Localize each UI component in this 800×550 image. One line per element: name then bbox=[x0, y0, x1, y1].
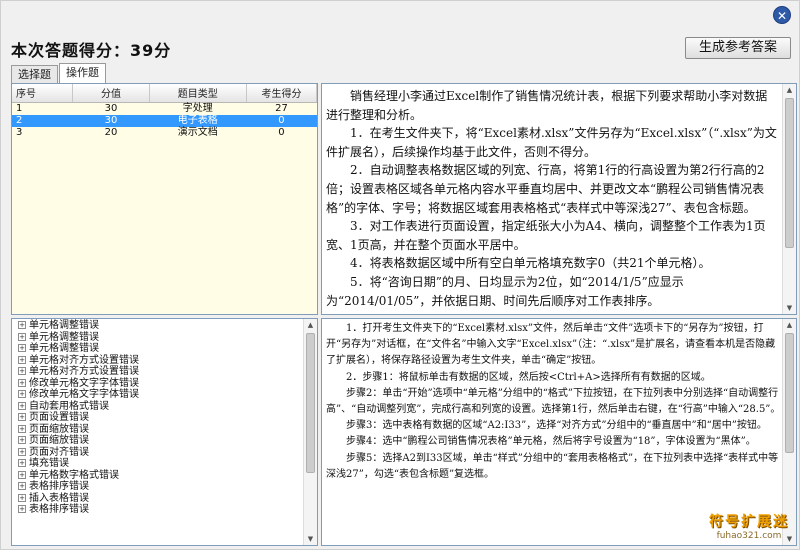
row-value: 20 bbox=[104, 126, 118, 138]
answer-paragraph: 2．步骤1：将鼠标单击有数据的区域，然后按<Ctrl+A>选择所有有数据的区域。 bbox=[346, 371, 711, 383]
answer-text: 1．打开考生文件夹下的“Excel素材.xlsx”文件，然后单击“文件”选项卡下… bbox=[326, 321, 782, 483]
error-tree-panel[interactable]: + 单元格调整错误 + 单元格调整错误 + 单元格调整错误 + 单元格对齐方式设置错误 … bbox=[11, 318, 318, 546]
question-paragraph: 2．自动调整表格数据区域的列宽、行高，将第1行的行高设置为第2行行高的2倍；设置… bbox=[326, 163, 765, 215]
scroll-up-icon[interactable]: ▲ bbox=[783, 84, 796, 96]
scroll-thumb[interactable] bbox=[785, 98, 794, 248]
expand-icon[interactable]: + bbox=[18, 332, 26, 341]
row-no: 3 bbox=[16, 126, 23, 138]
scroll-thumb[interactable] bbox=[785, 333, 794, 453]
question-paragraph: 3．对工作表进行页面设置，指定纸张大小为A4、横向，调整整个工作表为1页宽、1页… bbox=[326, 219, 766, 252]
scroll-thumb[interactable] bbox=[306, 333, 315, 473]
answer-paragraph: 步骤2：单击“开始”选项中“单元格”分组中的“格式”下拉按钮，在下拉列表中分别选… bbox=[326, 387, 781, 416]
expand-icon[interactable]: + bbox=[18, 367, 26, 375]
tree-item[interactable]: + 自动套用格式错误 bbox=[12, 401, 317, 413]
scroll-down-icon[interactable]: ▼ bbox=[783, 302, 796, 314]
answer-paragraph: 步骤5：选择A2到I33区域，单击“样式”分组中的“套用表格格式”，在下拉列表中… bbox=[326, 452, 779, 480]
tree-item[interactable]: + 单元格数字格式错误 bbox=[12, 470, 317, 482]
scroll-up-icon[interactable]: ▲ bbox=[783, 319, 796, 331]
expand-icon[interactable]: + bbox=[18, 321, 26, 329]
close-icon[interactable]: ✕ bbox=[773, 6, 791, 24]
tab-operation[interactable]: 操作题 bbox=[59, 63, 106, 83]
score-table: 序号 分值 题目类型 考生得分 1 30 字处理 27 2 30 电子表格 0 bbox=[12, 84, 317, 139]
expand-icon[interactable]: + bbox=[18, 470, 26, 479]
table-row[interactable]: 1 30 字处理 27 bbox=[12, 102, 317, 115]
table-row-selected[interactable]: 2 30 电子表格 0 bbox=[12, 114, 317, 127]
score-title: 本次答题得分：39分 bbox=[11, 41, 172, 60]
question-paragraph: 5．将“咨询日期”的月、日均显示为2位，如“2014/1/5”应显示为“2014… bbox=[326, 274, 684, 308]
tree-item[interactable]: + 修改单元格文字字体错误 bbox=[12, 378, 317, 390]
expand-icon[interactable]: + bbox=[18, 436, 26, 444]
tree-item[interactable]: + 插入表格错误 bbox=[12, 493, 317, 505]
answer-paragraph: 1．打开考生文件夹下的“Excel素材.xlsx”文件，然后单击“文件”选项卡下… bbox=[326, 323, 776, 367]
generate-answer-button[interactable]: 生成参考答案 bbox=[685, 37, 791, 59]
score-table-panel: 序号 分值 题目类型 考生得分 1 30 字处理 27 2 30 电子表格 0 bbox=[11, 83, 318, 315]
expand-icon[interactable]: + bbox=[18, 390, 26, 398]
expand-icon[interactable]: + bbox=[18, 344, 26, 352]
tab-bar: 选择题 操作题 bbox=[11, 63, 107, 83]
tree-item[interactable]: + 页面缩放错误 bbox=[12, 435, 317, 447]
answer-paragraph: 步骤3：选中表格有数据的区域“A2:I33”，选择“对齐方式”分组中的“垂直居中… bbox=[346, 420, 767, 432]
question-text: 销售经理小李通过Excel制作了销售情况统计表，根据下列要求帮助小李对数据进行整… bbox=[326, 87, 778, 310]
expand-icon[interactable]: + bbox=[18, 413, 26, 421]
question-paragraph: 1．在考生文件夹下，将“Excel素材.xlsx”文件另存为“Excel.xls… bbox=[326, 126, 777, 159]
tree-item[interactable]: + 单元格对齐方式设置错误 bbox=[12, 366, 317, 378]
expand-icon[interactable]: + bbox=[18, 459, 26, 467]
tree-item[interactable]: + 填充错误 bbox=[12, 458, 317, 470]
tree-item[interactable]: + 修改单元格文字字体错误 bbox=[12, 389, 317, 401]
answer-paragraph: 步骤4：选中“鹏程公司销售情况表格”单元格，然后将字号设置为“18”，字体设置为… bbox=[346, 436, 756, 448]
tree-item[interactable]: + 页面设置错误 bbox=[12, 412, 317, 424]
row-type: 演示文档 bbox=[177, 126, 218, 138]
row-score: 27 bbox=[275, 102, 288, 114]
error-tree: + 单元格调整错误 + 单元格调整错误 + 单元格调整错误 + 单元格对齐方式设置错误 … bbox=[12, 319, 317, 516]
expand-icon[interactable]: + bbox=[18, 447, 26, 456]
expand-icon[interactable]: + bbox=[18, 424, 26, 433]
expand-icon[interactable]: + bbox=[18, 482, 26, 490]
tree-item[interactable]: + 表格排序错误 bbox=[12, 481, 317, 493]
column-header-score[interactable]: 考生得分 bbox=[246, 84, 317, 103]
question-paragraph: 销售经理小李通过Excel制作了销售情况统计表，根据下列要求帮助小李对数据进行整… bbox=[326, 89, 768, 122]
expand-icon[interactable]: + bbox=[18, 378, 26, 387]
tree-item[interactable]: + 单元格调整错误 bbox=[12, 320, 317, 332]
watermark-url: fuhao321.com bbox=[716, 531, 782, 541]
question-panel[interactable]: 销售经理小李通过Excel制作了销售情况统计表，根据下列要求帮助小李对数据进行整… bbox=[321, 83, 797, 315]
row-no: 2 bbox=[12, 114, 73, 127]
row-value: 30 bbox=[104, 102, 118, 114]
scroll-up-icon[interactable]: ▲ bbox=[304, 319, 317, 331]
column-header-type[interactable]: 题目类型 bbox=[149, 84, 247, 103]
scroll-down-icon[interactable]: ▼ bbox=[304, 533, 317, 545]
tree-item[interactable]: + 单元格对齐方式设置错误 bbox=[12, 355, 317, 367]
watermark-name: 符号扩展迷 bbox=[709, 514, 789, 530]
tree-item[interactable]: + 页面对齐错误 bbox=[12, 447, 317, 459]
tree-item[interactable]: + 单元格调整错误 bbox=[12, 332, 317, 344]
expand-icon[interactable]: + bbox=[18, 401, 26, 410]
row-type: 电子表格 bbox=[149, 114, 247, 127]
tree-item[interactable]: + 表格排序错误 bbox=[12, 504, 317, 516]
table-row[interactable]: 3 20 演示文档 0 bbox=[12, 127, 317, 139]
tree-item[interactable]: + 单元格调整错误 bbox=[12, 343, 317, 355]
expand-icon[interactable]: + bbox=[18, 493, 26, 502]
question-paragraph: 4．将表格数据区域中所有空白单元格填充数字0（共21个单元格）。 bbox=[350, 256, 711, 271]
row-score: 0 bbox=[246, 114, 317, 127]
tree-item[interactable]: + 页面缩放错误 bbox=[12, 424, 317, 436]
expand-icon[interactable]: + bbox=[18, 355, 26, 364]
result-window: ✕ 本次答题得分：39分 生成参考答案 选择题 操作题 序号 分值 题目类型 考… bbox=[0, 0, 800, 550]
tree-scrollbar[interactable]: ▲ ▼ bbox=[303, 319, 317, 545]
row-type: 字处理 bbox=[182, 102, 213, 114]
row-no: 1 bbox=[16, 102, 23, 114]
expand-icon[interactable]: + bbox=[18, 505, 26, 513]
question-scrollbar[interactable]: ▲ ▼ bbox=[782, 84, 796, 314]
tab-choice[interactable]: 选择题 bbox=[11, 65, 58, 83]
site-watermark: 符号扩展迷 fuhao321.com bbox=[701, 511, 797, 547]
row-value: 30 bbox=[72, 114, 150, 127]
row-score: 0 bbox=[278, 126, 285, 138]
column-header-no[interactable]: 序号 bbox=[12, 84, 74, 103]
column-header-value[interactable]: 分值 bbox=[72, 84, 150, 103]
